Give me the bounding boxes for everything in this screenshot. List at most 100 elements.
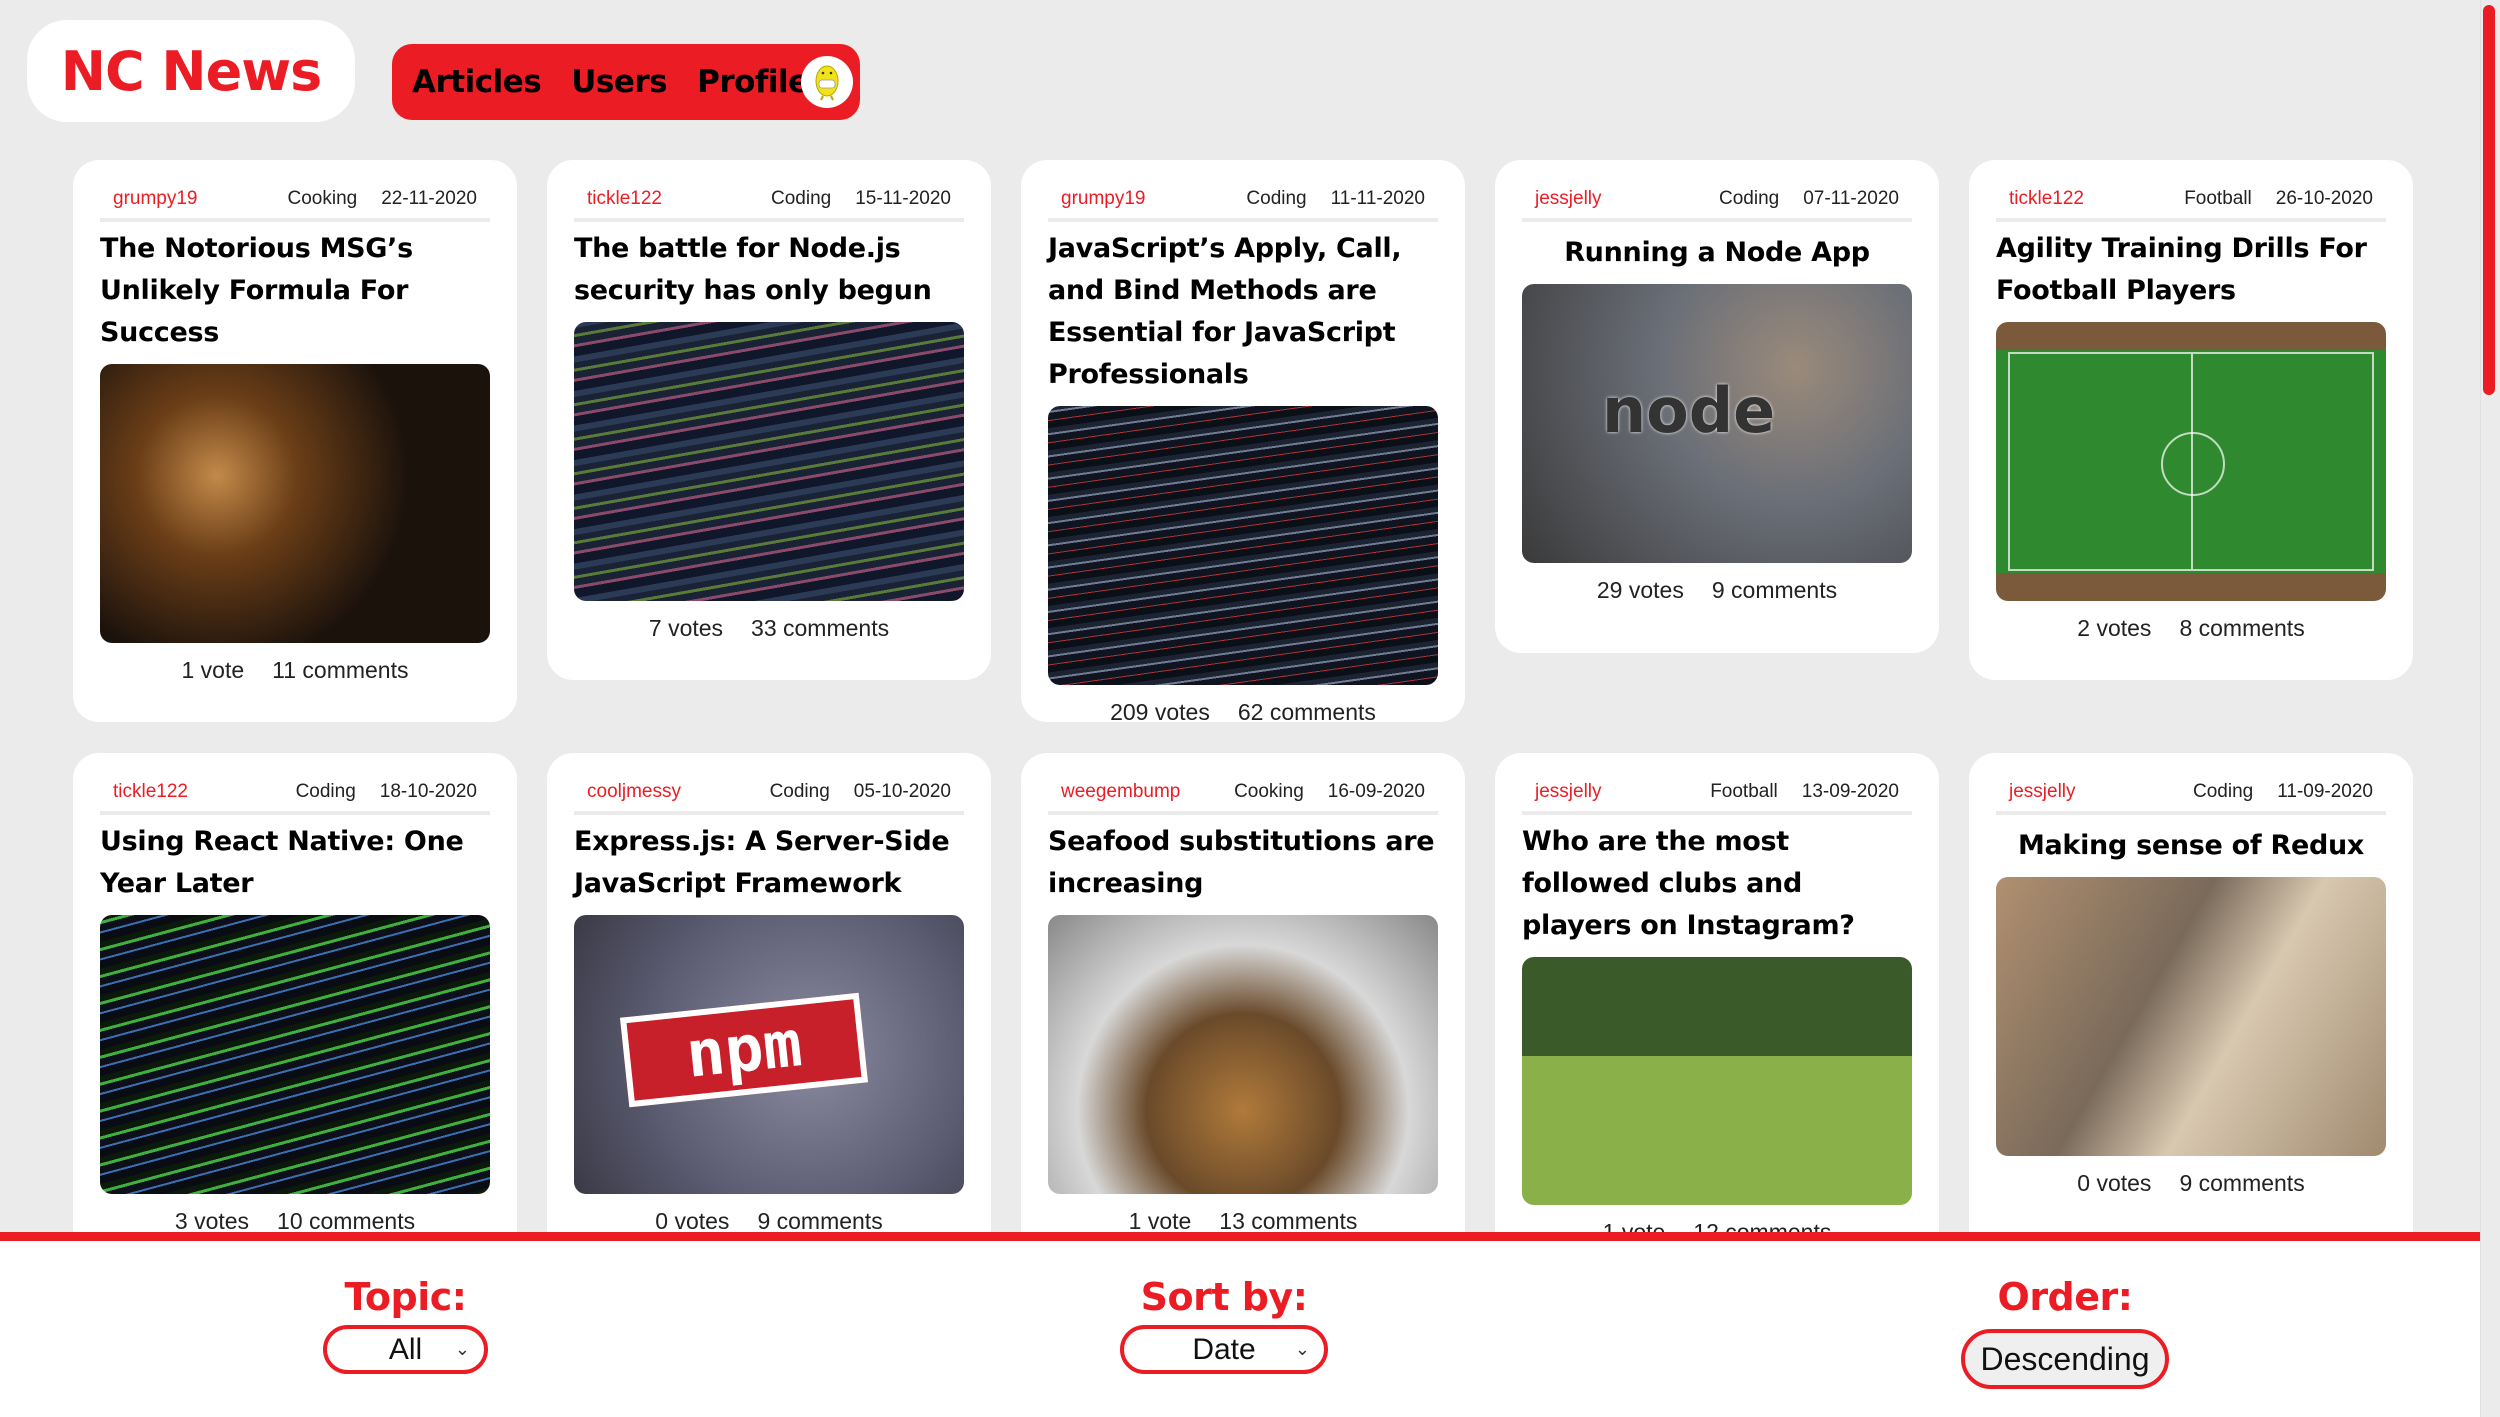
article-title[interactable]: Using React Native: One Year Later (100, 821, 490, 905)
vote-count: 29 votes (1596, 577, 1684, 603)
article-title[interactable]: Express.js: A Server-Side JavaScript Fra… (574, 821, 964, 905)
article-author[interactable]: jessjelly (2009, 781, 2193, 803)
sort-select[interactable]: Date ⌄ (1120, 1325, 1328, 1374)
chevron-down-icon: ⌄ (1294, 1339, 1310, 1359)
article-stats: 1 vote 11 comments (100, 657, 490, 717)
article-author[interactable]: tickle122 (113, 781, 296, 803)
article-date: 05-10-2020 (853, 781, 951, 802)
article-title[interactable]: Seafood substitutions are increasing (1048, 821, 1438, 905)
comment-count: 9 comments (1711, 577, 1838, 603)
article-author[interactable]: jessjelly (1535, 188, 1719, 210)
article-card[interactable]: jessjelly Coding 11-09-2020 Making sense… (1969, 753, 2413, 1313)
order-label: Order: (1997, 1275, 2133, 1319)
article-author[interactable]: weegembump (1061, 781, 1234, 803)
article-title[interactable]: Running a Node App (1522, 232, 1912, 274)
article-topic: Football (2184, 188, 2252, 209)
code-screen-image (1048, 406, 1438, 685)
user-avatar-icon[interactable] (801, 56, 853, 108)
topic-control: Topic: All ⌄ (323, 1275, 488, 1374)
article-date: 11-09-2020 (2277, 781, 2373, 802)
comment-count: 8 comments (2179, 615, 2305, 641)
sort-label: Sort by: (1140, 1275, 1308, 1319)
article-date: 07-11-2020 (1803, 188, 1899, 209)
football-pitch-image (1996, 322, 2386, 601)
article-author[interactable]: tickle122 (2009, 188, 2184, 210)
filter-bar: Topic: All ⌄ Sort by: Date ⌄ Order: Desc… (0, 1232, 2480, 1417)
vote-count: 7 votes (648, 615, 724, 641)
article-title[interactable]: The battle for Node.js security has only… (574, 228, 964, 312)
article-card[interactable]: cooljmessy Coding 05-10-2020 Express.js:… (547, 753, 991, 1313)
article-stats: 29 votes 9 comments (1522, 577, 1912, 637)
article-meta: cooljmessy Coding 05-10-2020 (574, 781, 964, 815)
article-meta: jessjelly Coding 07-11-2020 (1522, 188, 1912, 222)
article-topic: Coding (771, 188, 832, 209)
vote-count: 0 votes (655, 1208, 730, 1234)
article-author[interactable]: cooljmessy (587, 781, 770, 803)
cooking-pan-image (100, 364, 490, 643)
article-card[interactable]: tickle122 Coding 15-11-2020 The battle f… (547, 160, 991, 680)
article-title[interactable]: The Notorious MSG’s Unlikely Formula For… (100, 228, 490, 354)
article-topic: Coding (1246, 188, 1307, 209)
main-nav: Articles Users Profile (392, 44, 860, 120)
code-screen-image (574, 322, 964, 601)
vote-count: 0 votes (2077, 1170, 2152, 1196)
article-author[interactable]: jessjelly (1535, 781, 1710, 803)
article-meta: tickle122 Coding 18-10-2020 (100, 781, 490, 815)
article-date: 13-09-2020 (1801, 781, 1899, 802)
article-date: 16-09-2020 (1327, 781, 1425, 802)
article-topic: Coding (295, 781, 356, 802)
article-card[interactable]: grumpy19 Coding 11-11-2020 JavaScript’s … (1021, 160, 1465, 725)
npm-logo: npm (619, 992, 869, 1108)
article-stats: 0 votes 9 comments (1996, 1170, 2386, 1230)
topic-select-value: All (388, 1332, 423, 1366)
comment-count: 62 comments (1237, 699, 1376, 725)
article-stats: 7 votes 33 comments (574, 615, 964, 675)
laptops-image (1996, 877, 2386, 1156)
pitch-lines (2008, 352, 2374, 571)
nodejs-sticker-image: node (1522, 284, 1912, 563)
vote-count: 1 vote (181, 657, 245, 683)
article-card[interactable]: tickle122 Football 26-10-2020 Agility Tr… (1969, 160, 2413, 680)
article-card[interactable]: grumpy19 Cooking 22-11-2020 The Notoriou… (73, 160, 517, 722)
topic-select[interactable]: All ⌄ (323, 1325, 488, 1374)
nav-profile[interactable]: Profile (697, 64, 809, 100)
logo[interactable]: NC News (27, 20, 355, 122)
article-date: 26-10-2020 (2275, 188, 2373, 209)
article-author[interactable]: grumpy19 (113, 188, 288, 210)
comment-count: 13 comments (1219, 1208, 1358, 1234)
article-meta: jessjelly Football 13-09-2020 (1522, 781, 1912, 815)
article-title[interactable]: Who are the most followed clubs and play… (1522, 821, 1912, 947)
scrollbar-thumb[interactable] (2483, 5, 2495, 395)
comment-count: 9 comments (2179, 1170, 2305, 1196)
article-meta: grumpy19 Cooking 22-11-2020 (100, 188, 490, 222)
vote-count: 2 votes (2077, 615, 2152, 641)
article-title[interactable]: Agility Training Drills For Football Pla… (1996, 228, 2386, 312)
article-topic: Cooking (287, 188, 358, 209)
order-toggle-button[interactable]: Descending (1961, 1329, 2169, 1389)
article-author[interactable]: tickle122 (587, 188, 771, 210)
vote-count: 209 votes (1110, 699, 1210, 725)
article-topic: Coding (1719, 188, 1780, 209)
nodejs-logo: node (1602, 374, 1776, 447)
article-topic: Cooking (1234, 781, 1304, 802)
order-control: Order: Descending (1961, 1275, 2169, 1389)
article-title[interactable]: Making sense of Redux (1996, 825, 2386, 867)
sort-control: Sort by: Date ⌄ (1120, 1275, 1328, 1374)
npm-sticker-image: npm (574, 915, 964, 1194)
article-topic: Coding (2193, 781, 2254, 802)
chevron-down-icon: ⌄ (454, 1339, 470, 1359)
article-date: 15-11-2020 (855, 188, 951, 209)
article-date: 11-11-2020 (1330, 188, 1425, 209)
article-card[interactable]: jessjelly Coding 07-11-2020 Running a No… (1495, 160, 1939, 653)
article-card[interactable]: jessjelly Football 13-09-2020 Who are th… (1495, 753, 1939, 1313)
nav-articles[interactable]: Articles (412, 64, 542, 100)
comment-count: 9 comments (757, 1208, 883, 1234)
nav-users[interactable]: Users (571, 64, 667, 100)
article-card[interactable]: weegembump Cooking 16-09-2020 Seafood su… (1021, 753, 1465, 1313)
article-card[interactable]: tickle122 Coding 18-10-2020 Using React … (73, 753, 517, 1313)
logo-text: NC News (60, 39, 322, 103)
article-stats: 2 votes 8 comments (1996, 615, 2386, 675)
article-author[interactable]: grumpy19 (1061, 188, 1246, 210)
seafood-dish-image (1048, 915, 1438, 1194)
article-title[interactable]: JavaScript’s Apply, Call, and Bind Metho… (1048, 228, 1438, 396)
